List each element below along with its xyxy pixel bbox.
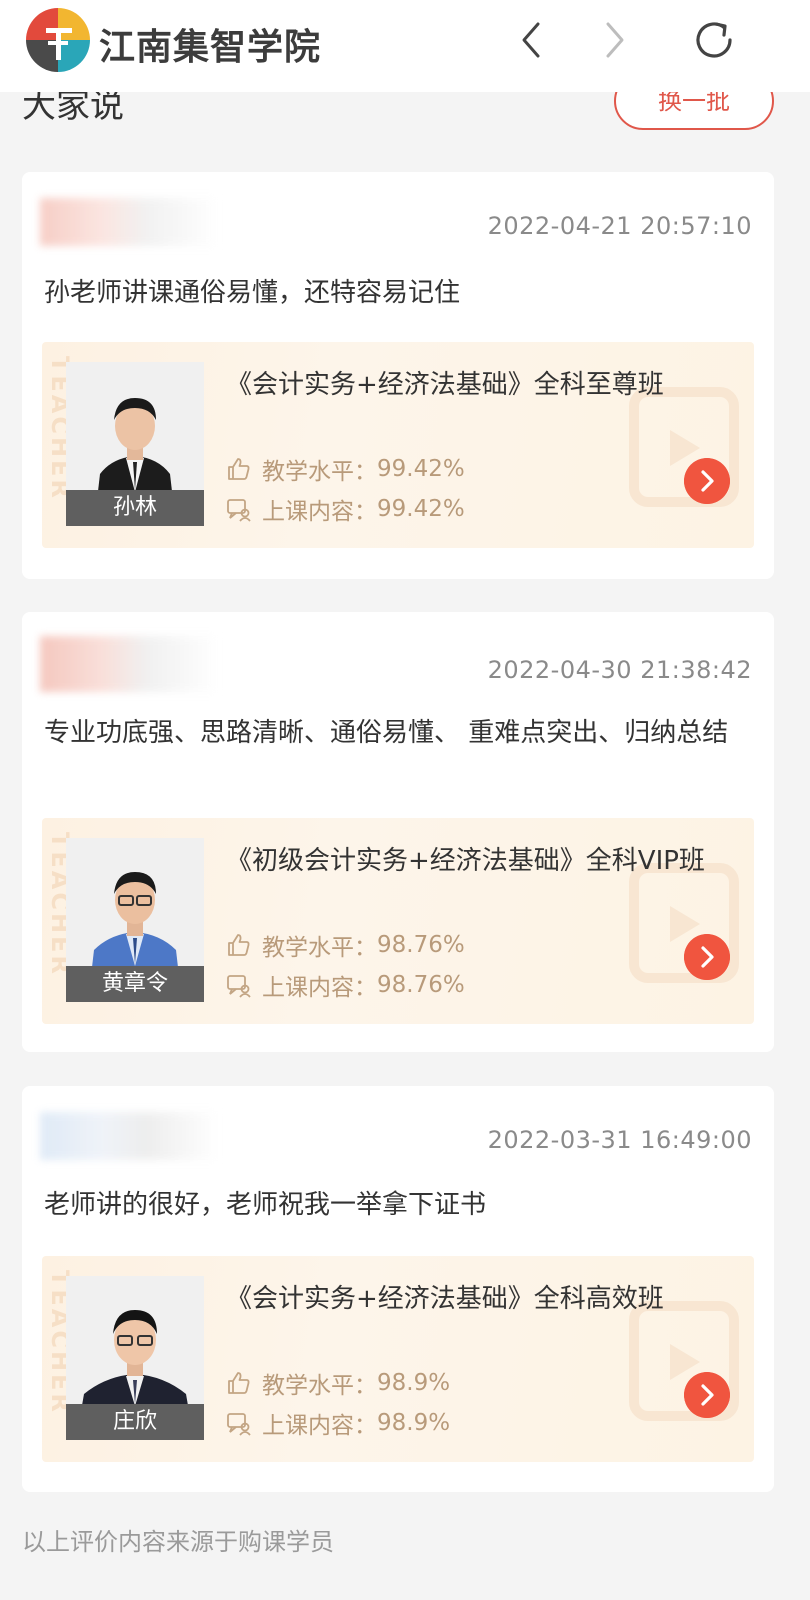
chevron-left-icon[interactable] <box>504 12 560 68</box>
review-card: 2022-03-31 16:49:00 老师讲的很好，老师祝我一举拿下证书 TE… <box>22 1086 774 1492</box>
course-content: 上课内容： 98.76% <box>226 968 465 1002</box>
teaching-level: 教学水平： 99.42% <box>226 452 465 486</box>
course-content: 上课内容： 99.42% <box>226 492 465 526</box>
arrow-right-icon[interactable] <box>684 934 730 980</box>
review-text: 专业功底强、思路清晰、通俗易懂、 重难点突出、归纳总结 <box>44 718 729 748</box>
lecture-icon <box>227 1413 251 1436</box>
footer-note: 以上评价内容来源于购课学员 <box>22 1528 334 1556</box>
thumbs-up-icon <box>228 458 250 480</box>
review-card: 2022-04-21 20:57:10 孙老师讲课通俗易懂，还特容易记住 TEA… <box>22 172 774 579</box>
teacher-name: 孙林 <box>66 490 204 526</box>
course-content-label: 上课内容： <box>262 1413 377 1439</box>
teaching-level-label: 教学水平： <box>262 935 377 961</box>
app-title: 江南集智学院 <box>99 27 322 68</box>
course-title: 《会计实务+经济法基础》全科至尊班 <box>226 370 664 400</box>
course-title: 《初级会计实务+经济法基础》全科VIP班 <box>226 846 705 876</box>
course-content-label: 上课内容： <box>262 975 377 1001</box>
refresh-icon[interactable] <box>686 12 742 68</box>
course-content-value: 98.76% <box>377 972 465 998</box>
teaching-level-value: 98.9% <box>377 1370 451 1396</box>
teacher-name: 黄章令 <box>66 966 204 1002</box>
course-card[interactable]: TEACHER 黄章令 《初级会计实务+经济法基础》全科VIP班 教学水平： 9… <box>42 818 754 1024</box>
lecture-icon <box>227 499 251 522</box>
course-content-value: 98.9% <box>377 1410 451 1436</box>
review-text: 老师讲的很好，老师祝我一举拿下证书 <box>44 1190 487 1220</box>
teaching-level-value: 99.42% <box>377 456 465 482</box>
course-content-label: 上课内容： <box>262 499 377 525</box>
teacher-name: 庄欣 <box>66 1404 204 1440</box>
chevron-right-icon[interactable] <box>586 12 642 68</box>
course-card[interactable]: TEACHER 庄欣 《会计实务+经济法基础》全科高效班 教学水平： 98.9%… <box>42 1256 754 1462</box>
review-time: 2022-04-30 21:38:42 <box>487 656 752 684</box>
teaching-level: 教学水平： 98.9% <box>226 1366 450 1400</box>
thumbs-up-icon <box>228 934 250 956</box>
teacher-photo: 庄欣 <box>66 1276 204 1440</box>
thumbs-up-icon <box>228 1372 250 1394</box>
user-avatar-blurred <box>40 1112 218 1160</box>
arrow-right-icon[interactable] <box>684 1372 730 1418</box>
arrow-right-icon[interactable] <box>684 458 730 504</box>
course-card[interactable]: TEACHER 孙林 《会计实务+经济法基础》全科至尊班 教学水平： 99.42… <box>42 342 754 548</box>
user-avatar-blurred <box>40 198 218 246</box>
course-content-value: 99.42% <box>377 496 465 522</box>
review-time: 2022-03-31 16:49:00 <box>487 1126 752 1154</box>
course-content: 上课内容： 98.9% <box>226 1406 450 1440</box>
user-avatar-blurred <box>40 636 218 692</box>
teaching-level-label: 教学水平： <box>262 459 377 485</box>
teacher-photo: 孙林 <box>66 362 204 526</box>
teaching-level: 教学水平： 98.76% <box>226 928 465 962</box>
jiangnan-logo-icon <box>26 8 90 72</box>
top-bar: 江南集智学院 <box>0 0 810 92</box>
review-text: 孙老师讲课通俗易懂，还特容易记住 <box>44 278 461 308</box>
teaching-level-value: 98.76% <box>377 932 465 958</box>
teacher-photo: 黄章令 <box>66 838 204 1002</box>
teaching-level-label: 教学水平： <box>262 1373 377 1399</box>
course-title: 《会计实务+经济法基础》全科高效班 <box>226 1284 664 1314</box>
lecture-icon <box>227 975 251 998</box>
review-time: 2022-04-21 20:57:10 <box>487 212 752 240</box>
review-card: 2022-04-30 21:38:42 专业功底强、思路清晰、通俗易懂、 重难点… <box>22 612 774 1052</box>
